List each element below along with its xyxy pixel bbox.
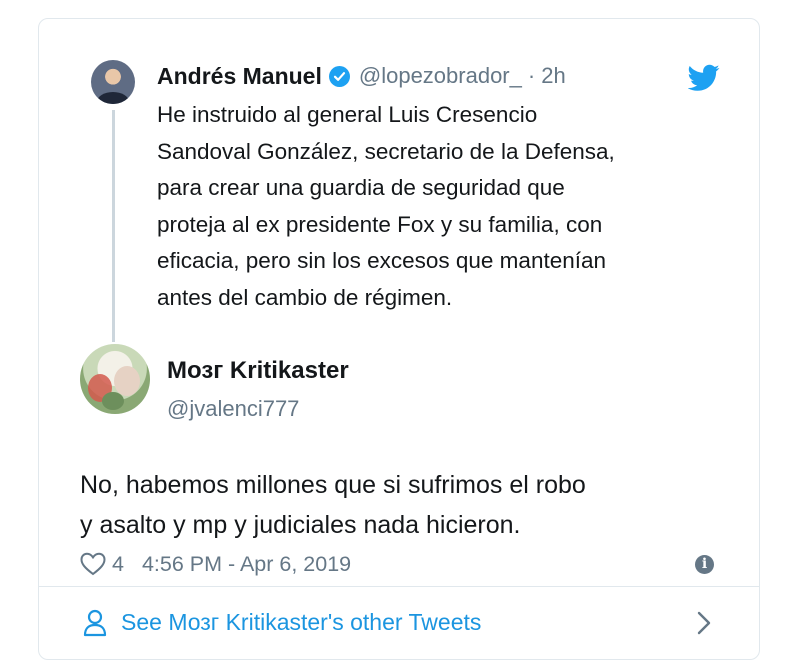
see-other-tweets-label[interactable]: See Мозг Kritikaster's other Tweets <box>121 609 481 636</box>
verified-badge-icon <box>328 65 350 87</box>
twitter-bird-icon[interactable] <box>688 64 720 92</box>
reply-author-handle[interactable]: @jvalenci777 <box>167 396 299 422</box>
author-handle[interactable]: @lopezobrador_ <box>359 63 522 89</box>
quoted-tweet-text: He instruido al general Luis Cresencio S… <box>157 102 615 310</box>
reply-author-avatar[interactable] <box>80 344 150 414</box>
info-icon[interactable]: i <box>695 555 714 574</box>
quoted-tweet[interactable]: Andrés Manuel @lopezobrador_ · 2h He ins… <box>39 19 759 349</box>
author-name[interactable]: Andrés Manuel <box>157 63 322 90</box>
quoted-tweet-header: Andrés Manuel @lopezobrador_ · 2h <box>157 59 566 93</box>
person-icon <box>83 609 107 637</box>
heart-icon[interactable] <box>80 552 106 576</box>
see-other-tweets-link[interactable]: See Мозг Kritikaster's other Tweets <box>39 587 759 660</box>
chevron-right-icon[interactable] <box>695 609 713 637</box>
tweet-card: Andrés Manuel @lopezobrador_ · 2h He ins… <box>38 18 760 660</box>
separator-dot: · <box>527 63 536 88</box>
tweet-time[interactable]: 2h <box>541 63 565 89</box>
like-count: 4 <box>112 551 124 576</box>
reply-tweet-text: No, habemos millones que si sufrimos el … <box>80 471 586 539</box>
reply-author-name[interactable]: Мозг Kritikaster <box>167 357 349 385</box>
tweet-timestamp[interactable]: 4:56 PM - Apr 6, 2019 <box>142 552 351 577</box>
author-avatar[interactable] <box>91 60 135 104</box>
thread-line <box>112 110 115 342</box>
tweet-meta: 4 4:56 PM - Apr 6, 2019 <box>80 548 351 580</box>
